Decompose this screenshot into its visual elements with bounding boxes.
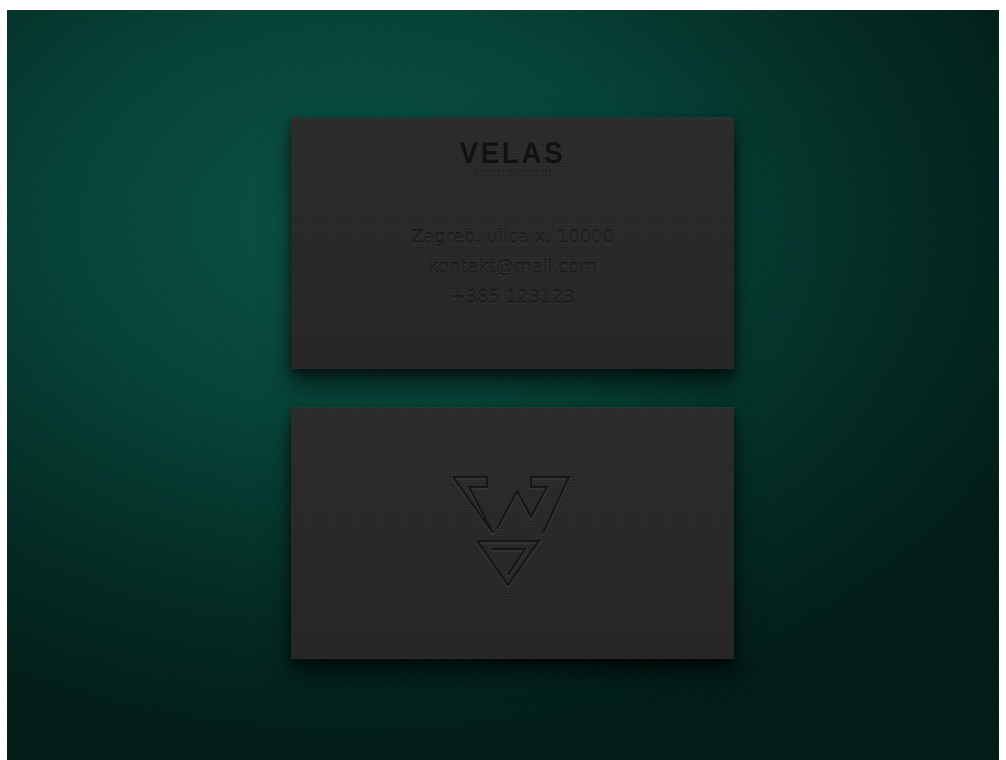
business-card-front: VELAS entertainment Zagreb, ulica x, 100… bbox=[291, 117, 734, 369]
contact-address: Zagreb, ulica x, 10000 bbox=[410, 227, 615, 248]
scene-background: VELAS entertainment Zagreb, ulica x, 100… bbox=[7, 10, 999, 760]
brand-tagline: entertainment bbox=[472, 168, 553, 180]
velas-v-monogram-icon bbox=[451, 475, 572, 589]
brand-name: VELAS bbox=[459, 137, 566, 170]
contact-block: Zagreb, ulica x, 10000 kontakt@mail.com … bbox=[291, 223, 734, 313]
business-card-back bbox=[291, 407, 734, 659]
contact-email: kontakt@mail.com bbox=[428, 257, 597, 278]
contact-phone: +385 123123 bbox=[450, 287, 575, 308]
